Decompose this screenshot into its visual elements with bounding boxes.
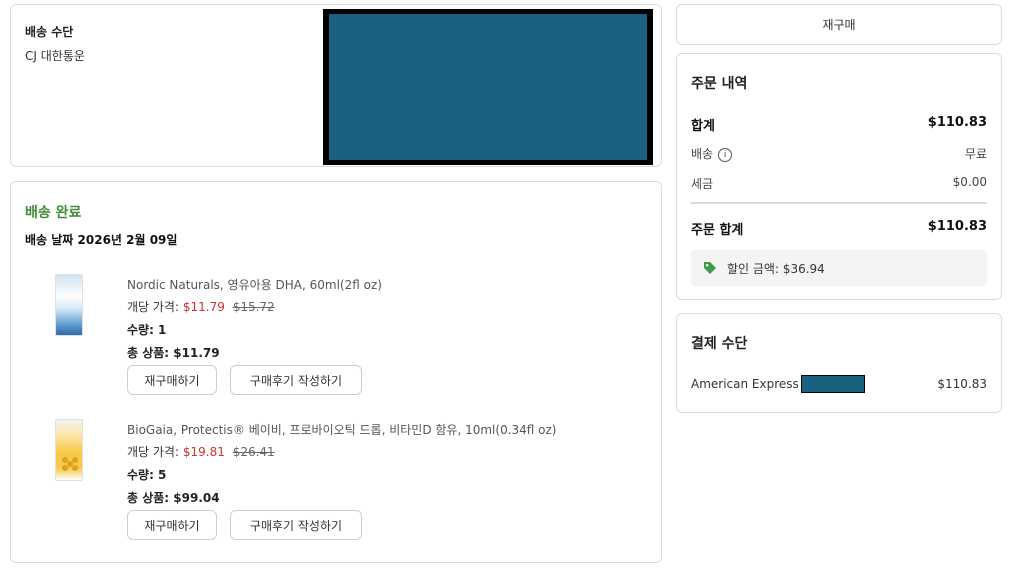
info-icon[interactable]: i — [718, 147, 733, 162]
summary-divider — [691, 202, 987, 204]
discount-text: 할인 금액: $36.94 — [727, 261, 825, 276]
reorder-button[interactable]: 재구매 — [676, 4, 1002, 45]
rebuy-item-button[interactable]: 재구매하기 — [127, 510, 217, 540]
product-thumbnail[interactable] — [55, 419, 83, 481]
unit-price-label: 개당 가격: — [127, 300, 180, 314]
payment-amount: $110.83 — [937, 377, 987, 391]
shipping-label: 배송 — [691, 147, 714, 161]
write-review-button[interactable]: 구매후기 작성하기 — [230, 510, 362, 540]
subtotal-row: 합계 $110.83 — [691, 115, 987, 134]
redacted-card-number — [800, 375, 865, 393]
item-total: 총 상품: $11.79 — [127, 346, 220, 360]
redacted-block — [323, 9, 653, 165]
order-total-row: 주문 합계 $110.83 — [691, 219, 987, 238]
payment-method-card: 결제 수단 American Express $110.83 — [676, 313, 1002, 413]
original-price: $15.72 — [232, 300, 275, 314]
item-total: 총 상품: $99.04 — [127, 491, 220, 505]
item-quantity: 수량: 1 — [127, 323, 167, 337]
shipping-method-label: 배송 수단 — [25, 25, 74, 39]
delivery-status: 배송 완료 — [25, 205, 82, 221]
sale-price: $11.79 — [182, 300, 225, 314]
order-total-value: $110.83 — [927, 219, 987, 234]
unit-price-label: 개당 가격: — [127, 445, 180, 459]
tag-icon — [704, 262, 716, 274]
tax-row: 세금 $0.00 — [691, 175, 987, 192]
payment-method-wrap: American Express — [691, 375, 865, 393]
write-review-button[interactable]: 구매후기 작성하기 — [230, 365, 362, 395]
delivery-card: 배송 완료 배송 날짜 2026년 2월 09일 Nordic Naturals… — [10, 181, 662, 563]
payment-method-name: American Express — [691, 377, 799, 391]
order-item: BioGaia, Protectis® 베이비, 프로바이오틱 드롭, 비타민D… — [11, 417, 661, 547]
rebuy-item-button[interactable]: 재구매하기 — [127, 365, 217, 395]
shipping-row: 배송 i 무료 — [691, 145, 987, 162]
payment-method-title: 결제 수단 — [691, 336, 748, 352]
tax-value: $0.00 — [952, 175, 987, 189]
item-quantity: 수량: 5 — [127, 468, 167, 482]
payment-row: American Express $110.83 — [691, 375, 987, 393]
product-name[interactable]: BioGaia, Protectis® 베이비, 프로바이오틱 드롭, 비타민D… — [127, 421, 557, 438]
order-summary-title: 주문 내역 — [691, 76, 748, 92]
order-item: Nordic Naturals, 영유아용 DHA, 60ml(2fl oz) … — [11, 272, 661, 402]
subtotal-label: 합계 — [691, 119, 715, 134]
tax-label: 세금 — [691, 177, 714, 191]
shipping-value: 무료 — [964, 147, 987, 161]
order-summary-card: 주문 내역 합계 $110.83 배송 i 무료 세금 $0.00 주문 합계 $… — [676, 53, 1002, 300]
unit-price: 개당 가격: $19.81 $26.41 — [127, 443, 275, 460]
subtotal-value: $110.83 — [927, 115, 987, 130]
discount-box: 할인 금액: $36.94 — [691, 250, 987, 286]
product-name[interactable]: Nordic Naturals, 영유아용 DHA, 60ml(2fl oz) — [127, 276, 382, 293]
product-thumbnail[interactable] — [55, 274, 83, 336]
sale-price: $19.81 — [182, 445, 225, 459]
unit-price: 개당 가격: $11.79 $15.72 — [127, 298, 275, 315]
original-price: $26.41 — [232, 445, 275, 459]
shipping-label-wrap: 배송 i — [691, 145, 733, 162]
delivery-date: 배송 날짜 2026년 2월 09일 — [25, 233, 178, 247]
product-pattern-icon — [62, 457, 78, 471]
shipping-method-card: 배송 수단 CJ 대한통운 — [10, 4, 662, 167]
order-total-label: 주문 합계 — [691, 223, 744, 238]
shipping-carrier: CJ 대한통운 — [25, 49, 85, 63]
